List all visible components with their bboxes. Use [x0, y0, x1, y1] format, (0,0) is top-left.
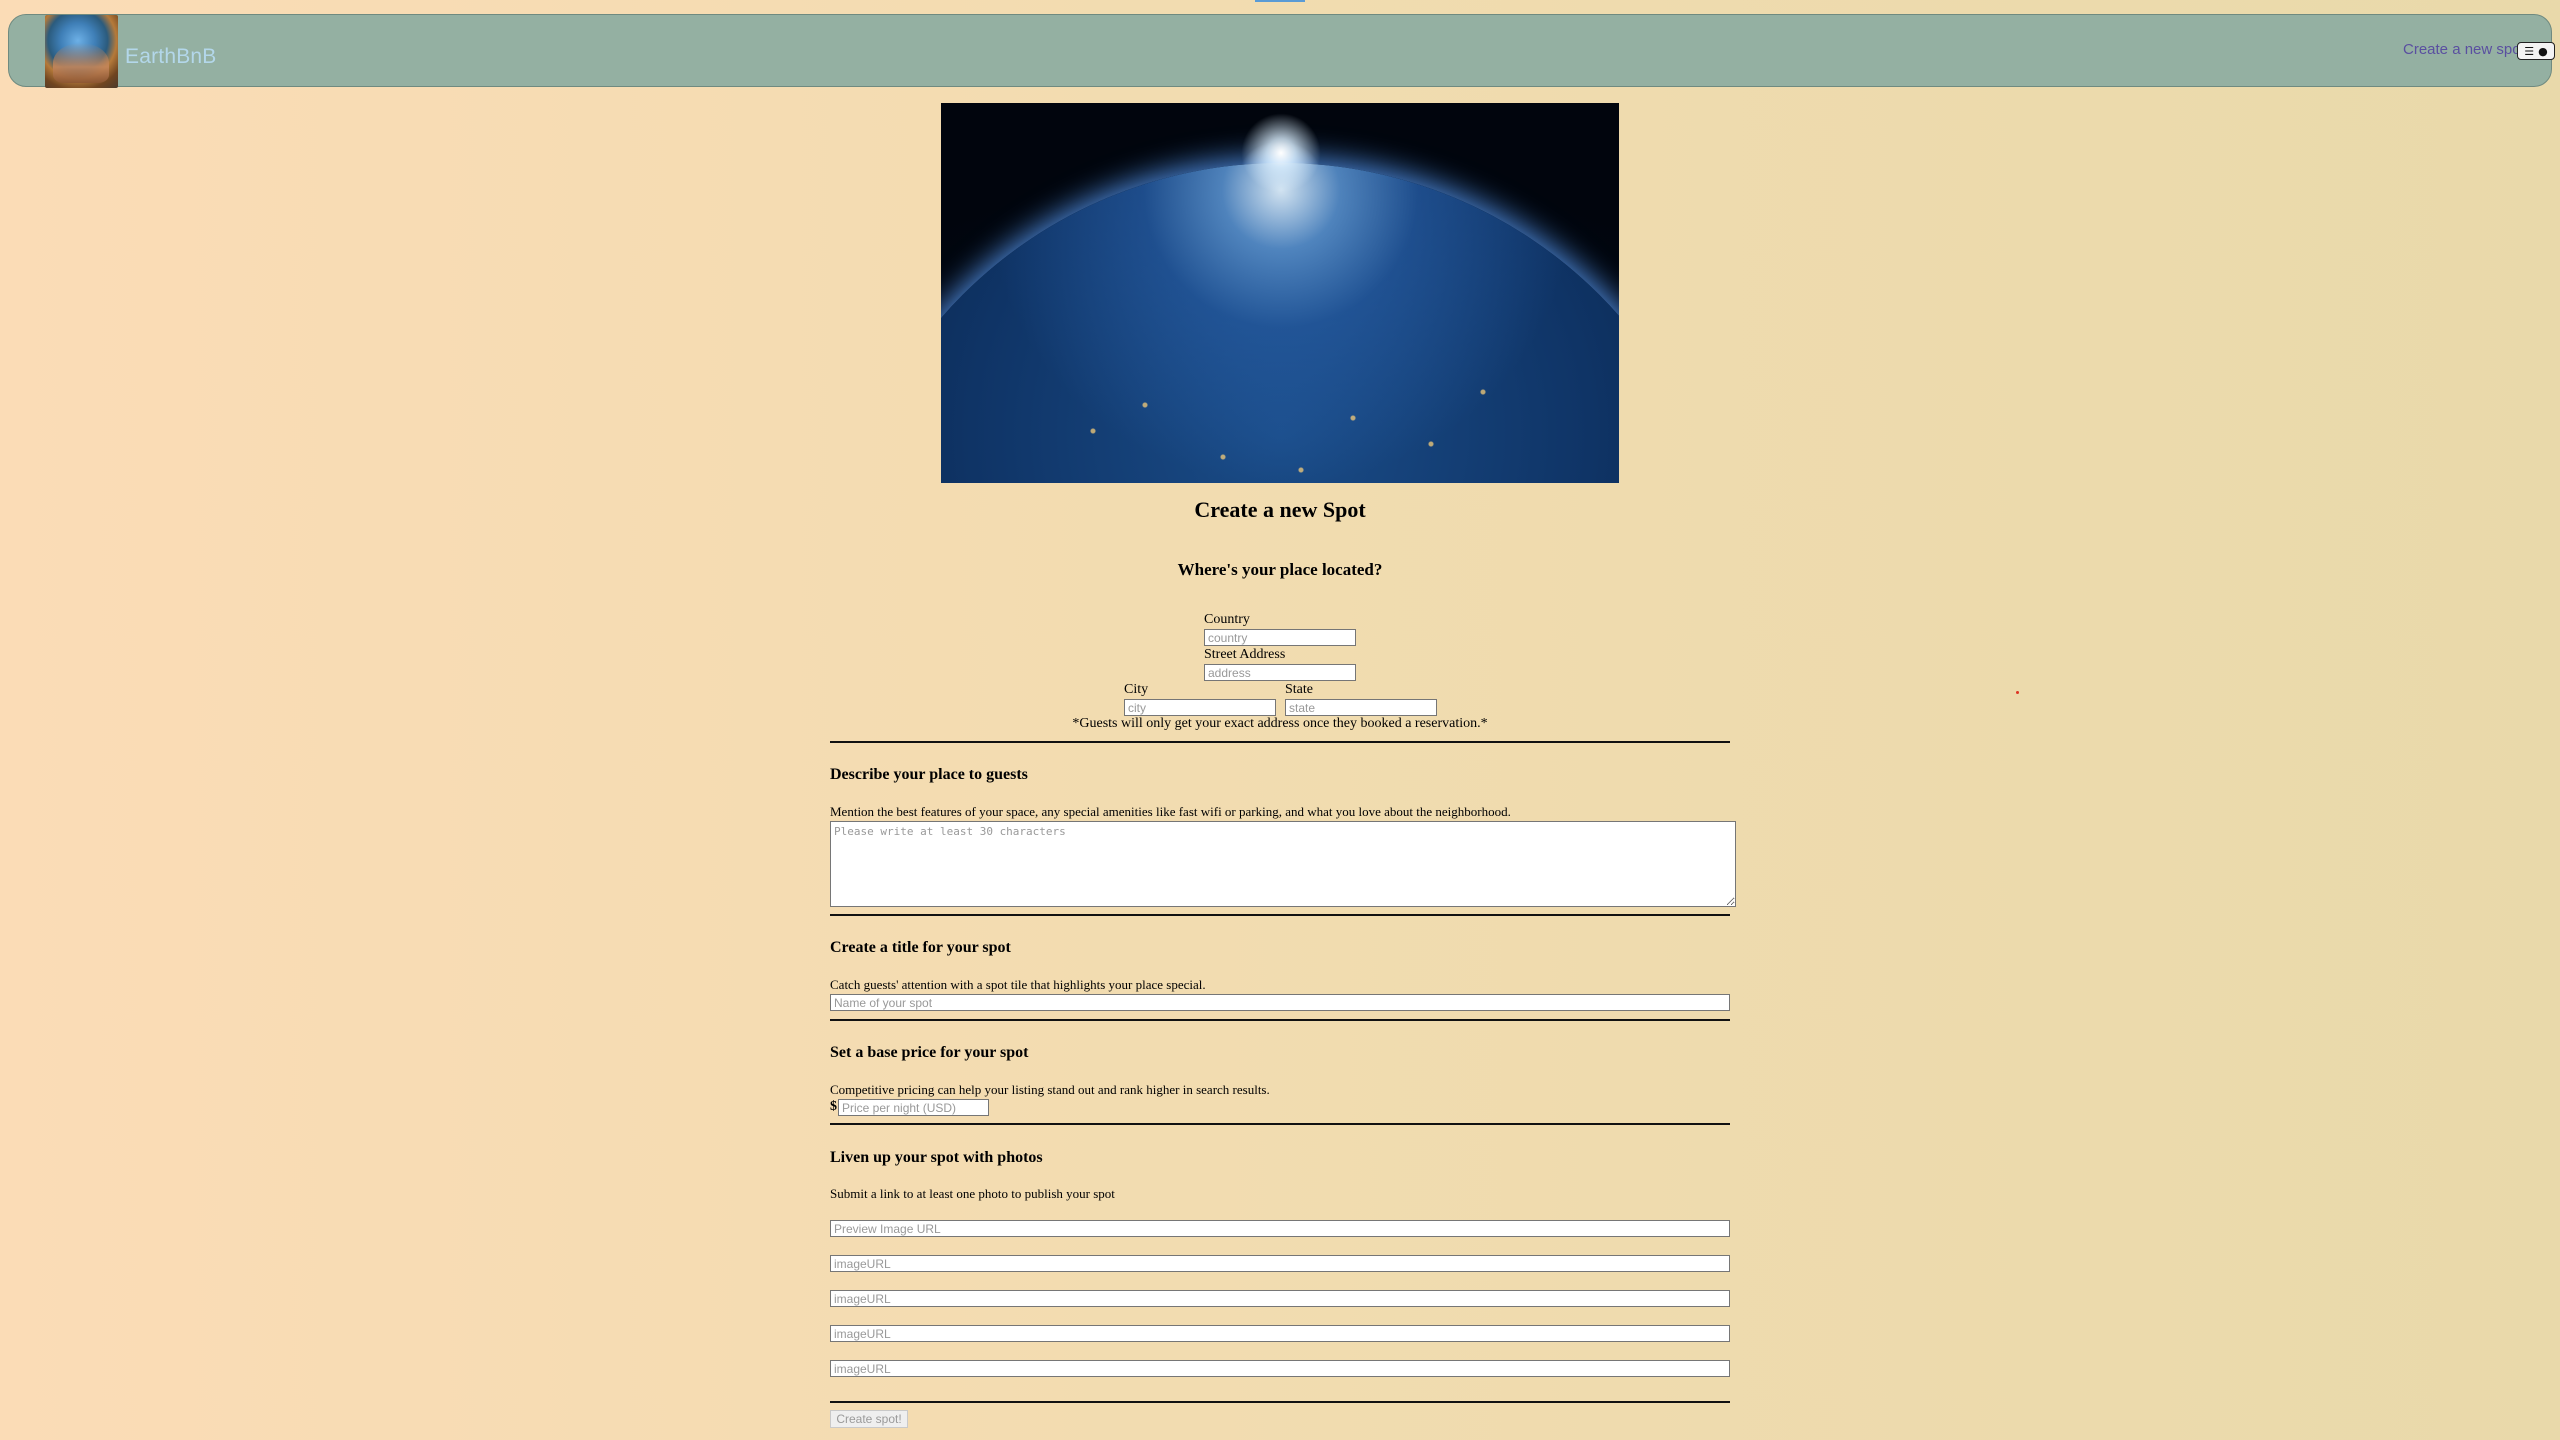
price-input[interactable] — [838, 1099, 989, 1116]
create-new-spot-link[interactable]: Create a new spot — [2403, 41, 2525, 58]
form-title: Create a new Spot — [1194, 497, 1366, 522]
top-tab-indicator — [1255, 0, 1305, 2]
price-heading: Set a base price for your spot — [830, 1044, 1029, 1061]
state-input[interactable] — [1285, 699, 1437, 716]
create-spot-button[interactable]: Create spot! — [830, 1410, 908, 1428]
description-help-text: Mention the best features of your space,… — [830, 804, 1511, 819]
brand-name[interactable]: EarthBnB — [125, 45, 217, 69]
image-url-input[interactable] — [830, 1290, 1730, 1307]
street-address-input[interactable] — [1204, 664, 1356, 681]
country-label: Country — [1204, 612, 1250, 627]
navbar: EarthBnB Create a new spot ☰ ● — [8, 14, 2555, 88]
section-divider — [830, 741, 1730, 743]
section-divider — [830, 1123, 1730, 1125]
address-privacy-note: *Guests will only get your exact address… — [1072, 716, 1488, 731]
hamburger-icon: ☰ — [2524, 44, 2535, 58]
sun-glow-graphic — [1241, 113, 1321, 193]
city-lights-graphic — [1041, 353, 1561, 483]
logo-hands-graphic — [53, 43, 109, 83]
city-input[interactable] — [1124, 699, 1276, 716]
description-heading: Describe your place to guests — [830, 766, 1028, 783]
description-textarea[interactable] — [830, 821, 1736, 907]
title-heading: Create a title for your spot — [830, 939, 1011, 956]
photos-heading: Liven up your spot with photos — [830, 1149, 1043, 1166]
location-heading: Where's your place located? — [1177, 560, 1383, 579]
photos-help-text: Submit a link to at least one photo to p… — [830, 1186, 1115, 1201]
section-divider — [830, 1019, 1730, 1021]
country-input[interactable] — [1204, 629, 1356, 646]
image-url-input[interactable] — [830, 1360, 1730, 1377]
state-label: State — [1285, 682, 1313, 697]
title-help-text: Catch guests' attention with a spot tile… — [830, 977, 1206, 992]
section-divider — [830, 1401, 1730, 1403]
spot-name-input[interactable] — [830, 994, 1730, 1011]
user-circle-icon: ● — [2538, 44, 2548, 58]
price-help-text: Competitive pricing can help your listin… — [830, 1082, 1270, 1097]
red-dot-marker — [2016, 691, 2019, 694]
image-url-input[interactable] — [830, 1255, 1730, 1272]
preview-image-url-input[interactable] — [830, 1220, 1730, 1237]
dollar-sign: $ — [830, 1099, 837, 1114]
profile-menu-button[interactable]: ☰ ● — [2517, 42, 2555, 60]
street-address-label: Street Address — [1204, 647, 1286, 662]
logo-image[interactable] — [45, 15, 118, 88]
hero-earth-image — [941, 103, 1619, 483]
section-divider — [830, 914, 1730, 916]
city-label: City — [1124, 682, 1149, 697]
image-url-input[interactable] — [830, 1325, 1730, 1342]
